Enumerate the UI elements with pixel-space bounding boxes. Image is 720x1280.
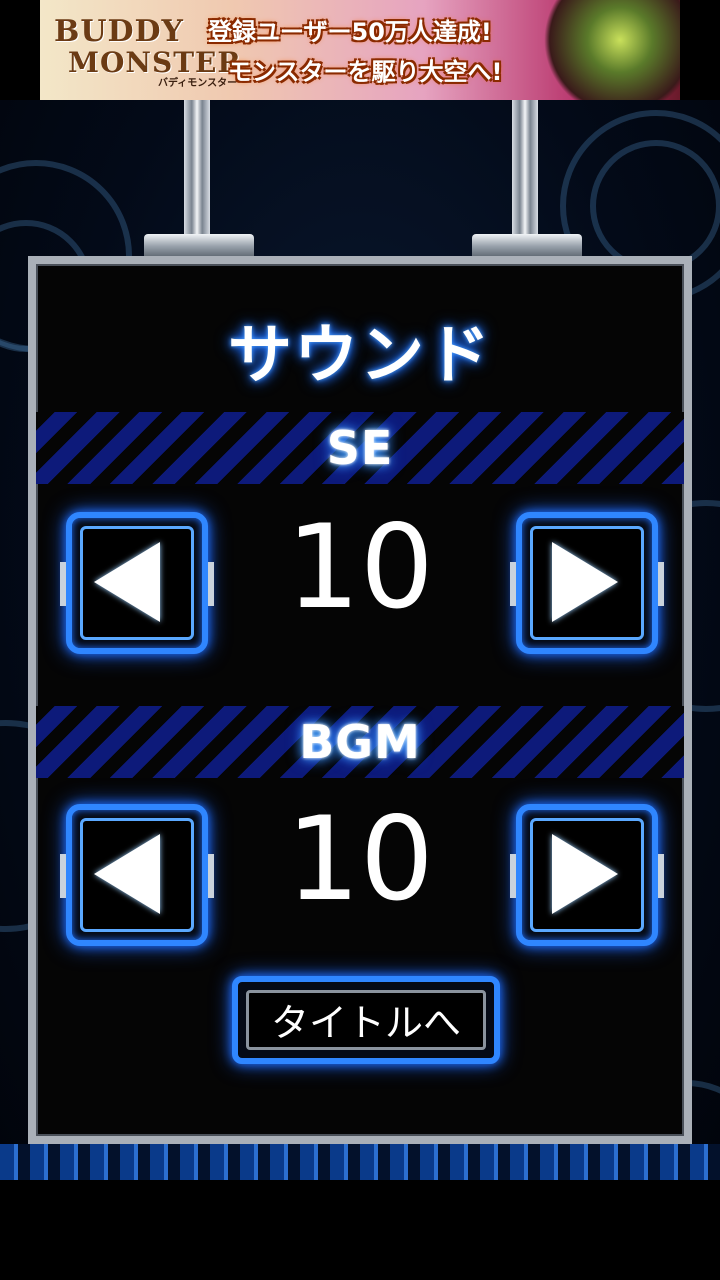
panel-mount-right <box>472 234 582 258</box>
left-triangle-icon <box>94 834 160 914</box>
panel-mount-left <box>144 234 254 258</box>
right-triangle-icon <box>552 542 618 622</box>
ad-headline: 登録ユーザー50万人達成! <box>208 18 492 46</box>
ad-dragon-image <box>530 0 680 100</box>
bgm-label: BGM <box>299 715 421 769</box>
panel-title: サウンド <box>228 319 492 393</box>
se-decrease-button[interactable] <box>60 512 214 654</box>
se-value: 10 <box>286 500 434 635</box>
bgm-header: BGM <box>36 706 684 778</box>
se-header: SE <box>36 412 684 484</box>
bgm-decrease-button[interactable] <box>60 804 214 946</box>
ad-subline: モンスターを駆り大空へ! <box>228 58 503 86</box>
ad-logo-sub: バディモンスター <box>158 78 238 89</box>
panel-strut-right <box>512 100 538 240</box>
system-nav-area <box>0 1180 720 1280</box>
left-triangle-icon <box>94 542 160 622</box>
ad-banner[interactable]: BUDDY MONSTER バディモンスター 登録ユーザー50万人達成! モンス… <box>40 0 680 100</box>
back-to-title-button[interactable]: タイトルへ <box>232 976 500 1064</box>
bottom-light-bar <box>0 1144 720 1180</box>
ad-logo-line1: BUDDY <box>54 14 184 49</box>
bg-ring <box>590 140 720 272</box>
back-to-title-label: タイトルへ <box>246 990 486 1050</box>
bgm-increase-button[interactable] <box>510 804 664 946</box>
bgm-value: 10 <box>286 792 434 927</box>
sound-settings-panel: サウンド SE 10 BGM 10 タイトルへ <box>28 256 692 1144</box>
se-increase-button[interactable] <box>510 512 664 654</box>
se-label: SE <box>326 421 394 475</box>
panel-strut-left <box>184 100 210 240</box>
right-triangle-icon <box>552 834 618 914</box>
